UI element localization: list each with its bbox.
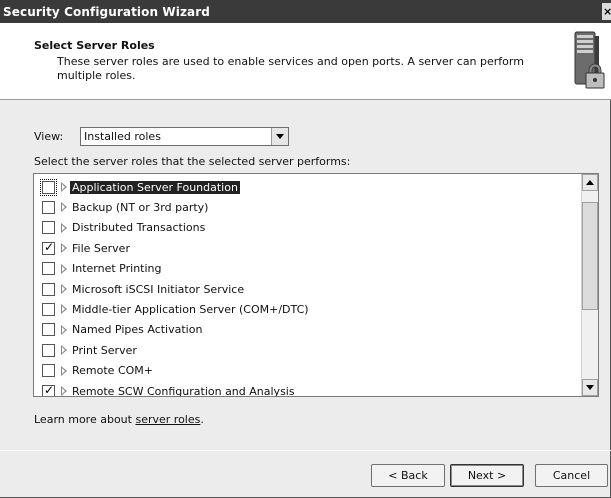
arrow-down-icon: [586, 385, 594, 390]
role-label: Microsoft iSCSI Initiator Service: [72, 282, 245, 296]
role-row[interactable]: Middle-tier Application Server (COM+/DTC…: [34, 299, 574, 319]
role-label: Remote COM+: [72, 364, 153, 378]
role-label: Internet Printing: [72, 262, 162, 276]
role-label: Backup (NT or 3rd party): [72, 200, 209, 214]
server-lock-icon: [574, 31, 605, 89]
role-checkbox[interactable]: [42, 262, 55, 276]
server-roles-list[interactable]: Application Server Foundation Backup (NT …: [33, 173, 599, 397]
role-row[interactable]: Remote COM+: [34, 361, 574, 381]
role-row[interactable]: Distributed Transactions: [34, 218, 574, 238]
role-row[interactable]: Internet Printing: [34, 259, 574, 279]
learn-more-prefix: Learn more about: [34, 413, 136, 426]
cancel-button[interactable]: Cancel: [535, 464, 608, 487]
role-checkbox[interactable]: [42, 282, 55, 296]
next-button[interactable]: Next >: [450, 464, 524, 487]
view-dropdown-value: Installed roles: [84, 130, 161, 143]
role-label: Distributed Transactions: [72, 221, 206, 235]
role-checkbox[interactable]: [42, 383, 55, 396]
window-title: Security Configuration Wizard: [3, 4, 210, 19]
role-label: Print Server: [72, 343, 137, 357]
learn-more-text: Learn more about server roles.: [34, 413, 204, 426]
page-description: These server roles are used to enable se…: [57, 55, 524, 82]
title-bar: Security Configuration Wizard ×: [0, 0, 611, 23]
expand-arrow-icon[interactable]: [61, 386, 67, 396]
expand-arrow-icon[interactable]: [61, 304, 67, 315]
roles-prompt: Select the server roles that the selecte…: [34, 155, 351, 168]
role-checkbox[interactable]: [42, 240, 55, 255]
server-roles-rows: Application Server Foundation Backup (NT …: [34, 174, 581, 396]
role-row[interactable]: Microsoft iSCSI Initiator Service: [34, 279, 574, 299]
scroll-up-button[interactable]: [582, 174, 598, 191]
expand-arrow-icon[interactable]: [61, 284, 67, 294]
role-checkbox[interactable]: [42, 221, 55, 235]
role-label: Remote SCW Configuration and Analysis: [72, 384, 295, 397]
role-checkbox[interactable]: [40, 178, 57, 196]
vertical-scrollbar[interactable]: [581, 174, 598, 396]
role-checkbox[interactable]: [42, 343, 55, 357]
close-icon[interactable]: ×: [602, 3, 611, 20]
view-label: View:: [34, 130, 64, 143]
expand-arrow-icon[interactable]: [61, 263, 67, 274]
role-label: Application Server Foundation: [70, 180, 240, 194]
role-row[interactable]: Backup (NT or 3rd party): [34, 197, 574, 217]
role-row[interactable]: Print Server: [34, 340, 574, 360]
role-checkbox[interactable]: [42, 302, 55, 316]
role-label: Middle-tier Application Server (COM+/DTC…: [72, 302, 309, 316]
expand-arrow-icon[interactable]: [61, 243, 67, 254]
back-button[interactable]: < Back: [371, 464, 445, 487]
role-row[interactable]: File Server: [34, 238, 574, 258]
expand-arrow-icon[interactable]: [61, 365, 67, 376]
role-checkbox[interactable]: [42, 364, 55, 378]
role-row[interactable]: Named Pipes Activation: [34, 320, 574, 340]
page-title: Select Server Roles: [34, 39, 155, 52]
role-checkbox[interactable]: [42, 323, 55, 337]
role-row[interactable]: Application Server Foundation: [34, 177, 574, 197]
wizard-window: Security Configuration Wizard × Select S…: [0, 0, 611, 498]
expand-arrow-icon[interactable]: [61, 202, 67, 213]
learn-more-suffix: .: [200, 413, 204, 426]
expand-arrow-icon[interactable]: [61, 345, 67, 356]
server-roles-link[interactable]: server roles: [135, 413, 200, 426]
wizard-header: Select Server Roles These server roles a…: [0, 23, 611, 100]
arrow-up-icon: [586, 180, 594, 185]
role-row[interactable]: Remote SCW Configuration and Analysis: [34, 381, 574, 397]
role-label: Named Pipes Activation: [72, 323, 203, 337]
chevron-down-icon[interactable]: [271, 128, 288, 145]
role-label: File Server: [72, 241, 130, 255]
expand-arrow-icon[interactable]: [61, 182, 67, 192]
view-dropdown[interactable]: Installed roles: [80, 127, 289, 146]
scrollbar-thumb[interactable]: [582, 202, 598, 310]
role-checkbox[interactable]: [42, 200, 55, 214]
scroll-down-button[interactable]: [582, 379, 598, 396]
expand-arrow-icon[interactable]: [61, 324, 67, 335]
footer-separator: [0, 450, 611, 451]
expand-arrow-icon[interactable]: [61, 222, 67, 233]
